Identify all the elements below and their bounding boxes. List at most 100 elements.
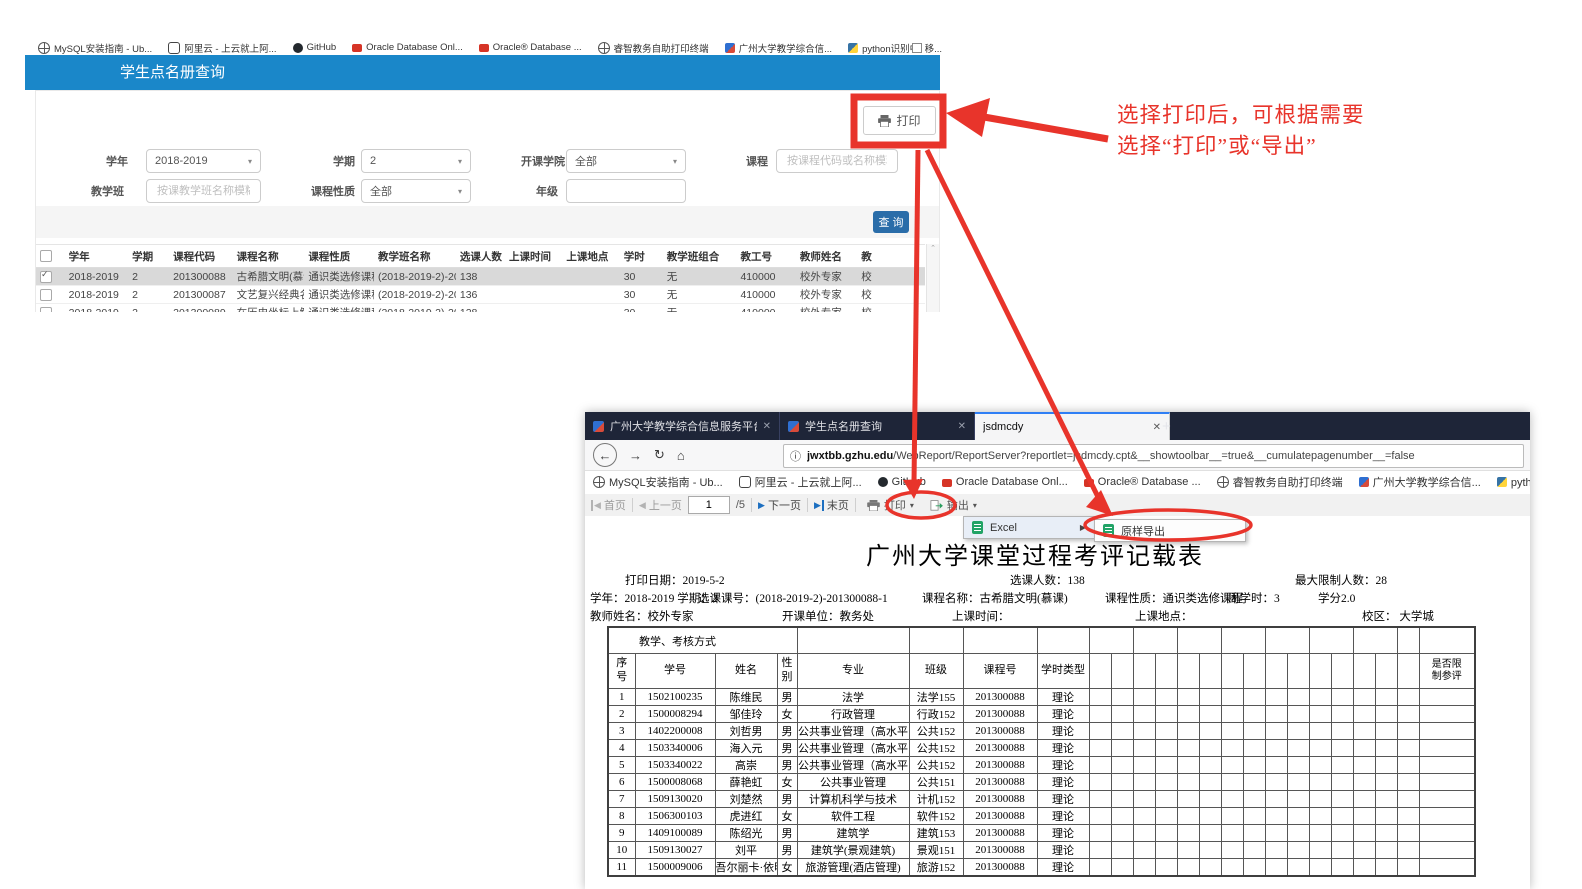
browser-tab[interactable]: jsdmcdy ✕ <box>975 412 1170 440</box>
home-button[interactable]: ⌂ <box>677 448 685 463</box>
col-term[interactable]: 学期 <box>128 245 169 268</box>
reload-button[interactable]: ↻ <box>654 447 665 463</box>
course-row[interactable]: 2018-2019 2 201300088 古希腊文明(慕课 通识类选修课程 (… <box>36 268 925 286</box>
bookmark-item[interactable]: MySQL安装指南 - Ub... <box>38 41 152 54</box>
tab-close-icon[interactable]: ✕ <box>763 421 771 432</box>
cell-hours: 30 <box>620 286 663 304</box>
bookmark-item[interactable]: MySQL安装指南 - Ub... <box>593 474 723 490</box>
empty-cell <box>1133 757 1155 774</box>
bookmarks-overflow[interactable]: 移... <box>912 41 942 55</box>
empty-cell <box>1375 842 1397 859</box>
browser-tab[interactable]: 广州大学教学综合信息服务平台 ✕ <box>585 412 780 440</box>
browser-tab[interactable]: 学生点名册查询 ✕ <box>780 412 975 440</box>
tab-close-icon[interactable]: ✕ <box>958 421 966 432</box>
bookmark-label: GitHub <box>307 42 337 53</box>
empty-cell <box>1309 757 1331 774</box>
submenu-arrow-icon: ▶ <box>1080 523 1086 532</box>
row-checkbox[interactable] <box>40 307 52 312</box>
col-course-nature[interactable]: 课程性质 <box>304 245 374 268</box>
bookmark-item[interactable]: 广州大学教学综合信... <box>1359 474 1481 490</box>
forward-button[interactable]: → <box>629 448 642 463</box>
url-bar[interactable]: ⓘ jwxtbb.gzhu.edu/WebReport/ReportServer… <box>783 444 1524 468</box>
cell-class-name: (2018-2019-2)-201 <box>374 268 456 286</box>
term-select[interactable]: 2 ▾ <box>361 149 471 173</box>
back-button[interactable]: ← <box>593 443 617 467</box>
col-clipped[interactable]: 教 <box>857 245 925 268</box>
cell-term: 2 <box>128 286 169 304</box>
cell-class-name: (2018-2019-2)-201 <box>374 304 456 313</box>
prev-page-button[interactable]: ◀ 上一页 <box>639 497 682 513</box>
empty-cell <box>1221 825 1243 842</box>
course-input[interactable] <box>785 154 889 168</box>
col-course-code[interactable]: 课程代码 <box>169 245 233 268</box>
first-page-icon: ◀ <box>591 500 601 511</box>
print-button[interactable]: 打印 <box>863 106 936 135</box>
row-checkbox[interactable] <box>40 289 52 301</box>
col-teacher-id[interactable]: 教工号 <box>736 245 795 268</box>
info-credit: 学分2.0 <box>1318 590 1355 606</box>
bookmark-item[interactable]: 睿智教务自助打印终端 <box>598 41 709 54</box>
course-row[interactable]: 2018-2019 2 201300087 文艺复兴经典名 通识类选修课程 (2… <box>36 286 925 304</box>
year-select[interactable]: 2018-2019 ▾ <box>146 149 261 173</box>
col-hours[interactable]: 学时 <box>620 245 663 268</box>
bookmark-item[interactable]: 阿里云 - 上云就上阿... <box>739 474 862 490</box>
info-print-date: 打印日期：2019-5-2 <box>625 572 725 588</box>
col-course-name[interactable]: 课程名称 <box>233 245 305 268</box>
college-select[interactable]: 全部 ▾ <box>566 149 686 173</box>
select-all-checkbox[interactable] <box>40 250 52 262</box>
site-info-icon[interactable]: ⓘ <box>790 448 801 464</box>
results-body: 2018-2019 2 201300088 古希腊文明(慕课 通识类选修课程 (… <box>36 268 925 313</box>
menu-item-export-as-is[interactable]: 原样导出 <box>1095 520 1245 541</box>
col-class-name[interactable]: 教学班名称 <box>374 245 456 268</box>
grade-input[interactable] <box>575 184 677 198</box>
bookmark-item[interactable]: 睿智教务自助打印终端 <box>1217 474 1343 490</box>
empty-cell <box>1111 706 1133 723</box>
next-page-label: 下一页 <box>768 497 801 513</box>
empty-cell <box>1309 859 1331 877</box>
toolbar-print-button[interactable]: 打印 ▾ <box>862 496 919 514</box>
bookmark-item[interactable]: Oracle® Database ... <box>1084 476 1201 488</box>
empty-cell <box>1177 842 1199 859</box>
cell-student-id: 1509130020 <box>635 791 715 808</box>
bookmark-item[interactable]: 阿里云 - 上云就上阿... <box>168 41 276 54</box>
new-tab-button[interactable]: + <box>1152 412 1181 440</box>
toolbar-output-button[interactable]: 输出 ▾ <box>925 496 982 514</box>
bookmark-item[interactable]: GitHub <box>293 42 337 53</box>
empty-cell <box>1133 842 1155 859</box>
bookmark-item[interactable]: GitHub <box>878 476 926 488</box>
info-class-place: 上课地点： <box>1135 608 1193 624</box>
vertical-scrollbar[interactable]: ⌃ <box>926 244 939 312</box>
bookmark-item[interactable]: Oracle Database Onl... <box>352 42 463 53</box>
nature-select[interactable]: 全部 ▾ <box>361 179 471 203</box>
col-class-place[interactable]: 上课地点 <box>562 245 619 268</box>
empty-cell <box>1397 791 1419 808</box>
info-enrolled: 选课人数：138 <box>1010 572 1085 588</box>
bookmark-item[interactable]: python识别中文人名... <box>1497 474 1530 490</box>
bookmark-item[interactable]: 广州大学教学综合信... <box>725 41 832 54</box>
bookmark-item[interactable]: Oracle Database Onl... <box>942 476 1068 488</box>
row-checkbox[interactable] <box>40 271 52 283</box>
first-page-button[interactable]: ◀ 首页 <box>591 497 626 513</box>
empty-cell <box>1397 774 1419 791</box>
col-class-combo[interactable]: 教学班组合 <box>663 245 737 268</box>
empty-cell <box>1199 791 1221 808</box>
course-row[interactable]: 2018-2019 2 201300089 在历史坐标上解 通识类选修课程 (2… <box>36 304 925 313</box>
col-class-time[interactable]: 上课时间 <box>505 245 562 268</box>
menu-item-excel[interactable]: Excel ▶ <box>964 517 1094 538</box>
next-page-button[interactable]: ▶ 下一页 <box>758 497 801 513</box>
bookmark-item[interactable]: python识别中文人名... <box>848 41 918 54</box>
assessment-method-row: 教学、考核方式 <box>608 627 1475 654</box>
last-page-button[interactable]: ▶ 末页 <box>814 497 849 513</box>
scroll-up-icon[interactable]: ⌃ <box>930 245 936 252</box>
empty-cell <box>1199 808 1221 825</box>
bookmark-item[interactable]: Oracle® Database ... <box>479 42 582 53</box>
empty-cell <box>1397 842 1419 859</box>
info-max-limit: 最大限制人数：28 <box>1295 572 1387 588</box>
cell-major: 建筑学 <box>797 825 909 842</box>
col-teacher-name[interactable]: 教师姓名 <box>796 245 857 268</box>
col-enrolled[interactable]: 选课人数 <box>456 245 505 268</box>
col-year[interactable]: 学年 <box>65 245 129 268</box>
page-number-input[interactable] <box>688 496 730 514</box>
query-button[interactable]: 查 询 <box>873 211 909 233</box>
class-input[interactable] <box>155 184 252 198</box>
